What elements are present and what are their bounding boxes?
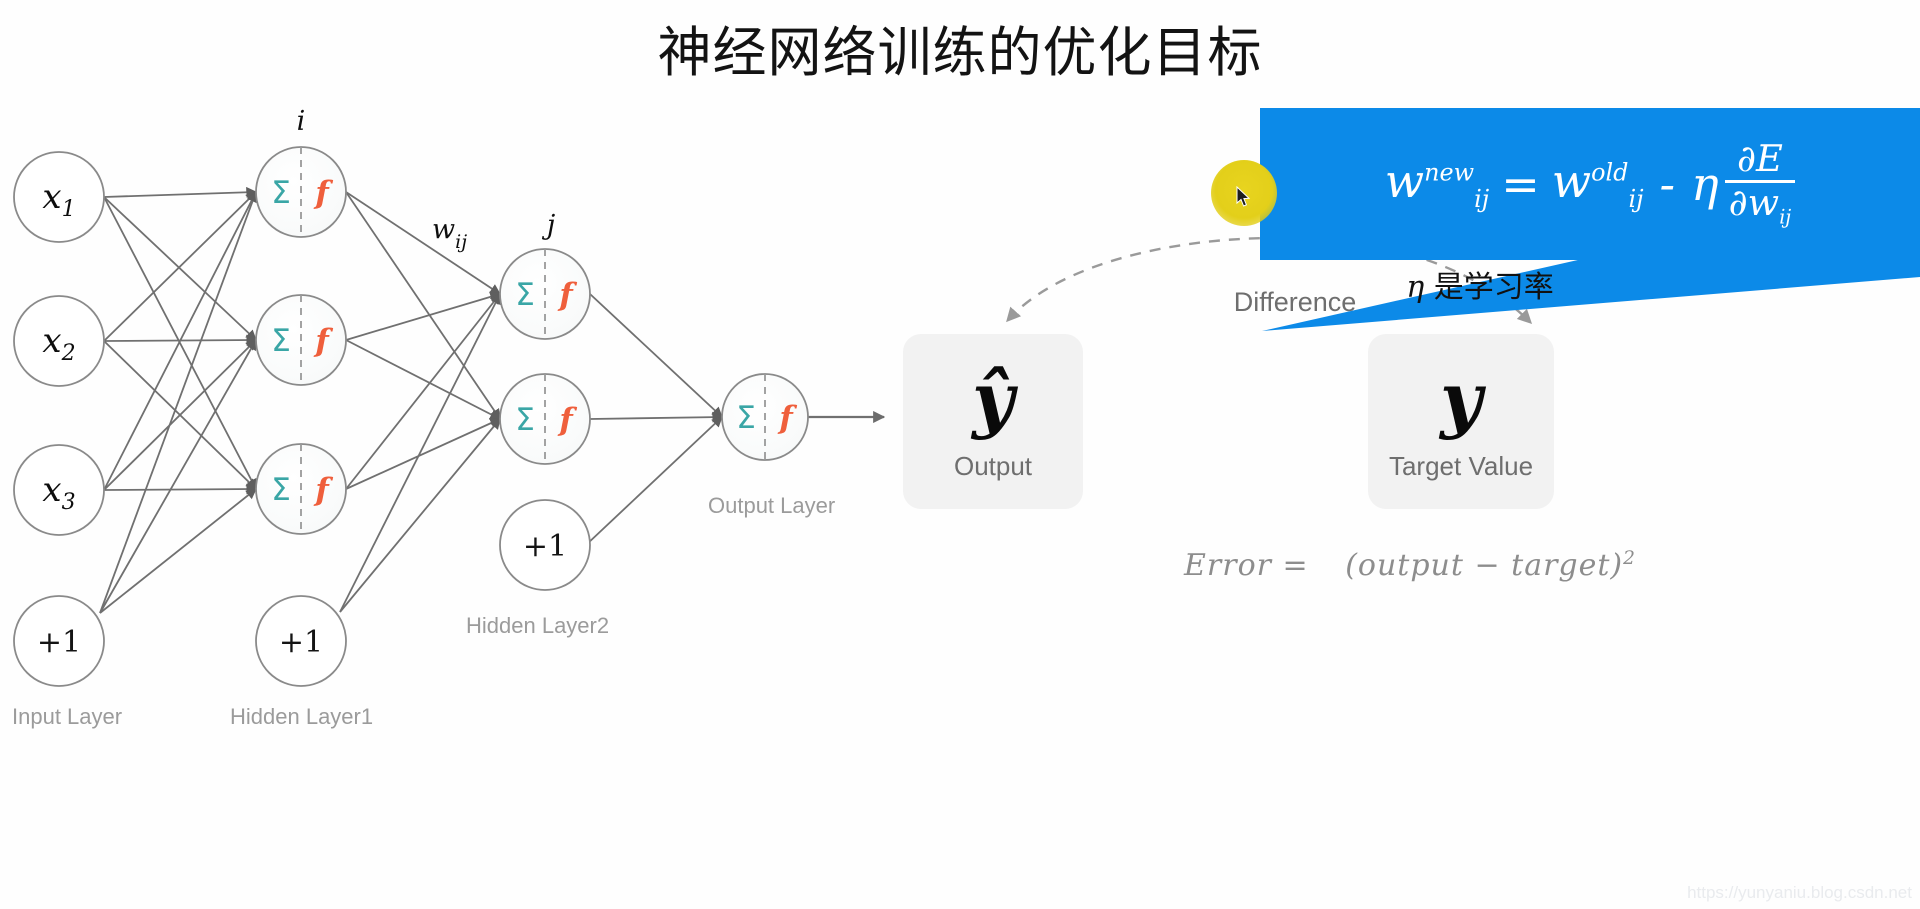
hidden2-node-bias: +1 <box>499 499 591 591</box>
error-formula-lhs: Error = <box>1184 548 1320 583</box>
input-node-bias: +1 <box>13 595 105 687</box>
input-node-x3: x3 <box>13 444 105 536</box>
edges-hidden1-to-hidden2 <box>339 191 502 613</box>
svg-text:Σ: Σ <box>271 472 291 508</box>
output-glyph: ŷ <box>972 355 1014 441</box>
formula-gradient-fraction: ∂E ∂wij <box>1724 137 1796 227</box>
svg-text:+1: +1 <box>37 625 81 660</box>
target-caption: Target Value <box>1388 451 1534 482</box>
target-glyph: y <box>1440 355 1482 441</box>
index-label-i: i <box>297 106 306 137</box>
hidden2-neuron-1: Σ f <box>499 248 591 340</box>
hidden1-node-bias: +1 <box>255 595 347 687</box>
svg-text:Σ: Σ <box>271 175 291 211</box>
caption-input-layer: Input Layer <box>12 704 123 729</box>
formula-eta: η <box>1691 157 1719 211</box>
edges-input-to-hidden1 <box>99 186 258 614</box>
formula-gradient-numerator: ∂E <box>1737 137 1783 181</box>
svg-text:Σ: Σ <box>271 323 291 359</box>
svg-text:+1: +1 <box>279 625 323 660</box>
mouse-cursor-icon <box>1236 186 1251 207</box>
caption-hidden-layer2: Hidden Layer2 <box>466 613 610 638</box>
slide-canvas: 神经网络训练的优化目标 x1 x2 x3 +1 Σ f Σ f Σ f +1 Σ… <box>0 0 1920 909</box>
formula-minus: - <box>1659 157 1676 211</box>
svg-text:+1: +1 <box>523 529 567 564</box>
svg-text:Σ: Σ <box>515 277 535 313</box>
hidden1-neuron-3: Σ f <box>255 443 347 535</box>
formula-w-old: woldij <box>1551 154 1644 214</box>
input-node-x1: x1 <box>13 151 105 243</box>
output-value-box: ŷ Output <box>903 334 1083 509</box>
formula-w-new: wnewij <box>1384 154 1490 214</box>
caption-hidden-layer1: Hidden Layer1 <box>230 704 374 729</box>
error-formula-exponent: 2 <box>1623 548 1636 569</box>
weight-label-wij: wij <box>432 214 467 253</box>
error-formula: Error = (output − target)2 <box>1040 548 1780 583</box>
caption-output-layer: Output Layer <box>708 493 836 518</box>
svg-text:Σ: Σ <box>736 400 756 436</box>
formula-callout: wnewij = woldij - η ∂E ∂wij <box>1260 108 1920 260</box>
watermark: https://yunyaniu.blog.csdn.net <box>1687 883 1912 902</box>
difference-label: Difference <box>1233 287 1357 317</box>
svg-text:Σ: Σ <box>515 402 535 438</box>
hidden1-neuron-1: Σ f <box>255 146 347 238</box>
hidden1-neuron-2: Σ f <box>255 294 347 386</box>
output-caption: Output <box>953 451 1033 482</box>
edges-hidden2-to-output <box>585 293 724 546</box>
target-value-box: y Target Value <box>1368 334 1554 509</box>
input-node-x2: x2 <box>13 295 105 387</box>
formula-gradient-denominator: ∂wij <box>1724 180 1796 227</box>
error-formula-rhs: (output − target) <box>1345 548 1624 583</box>
formula-equals: = <box>1501 157 1540 211</box>
hidden2-neuron-2: Σ f <box>499 373 591 465</box>
weight-update-formula: wnewij = woldij - η ∂E ∂wij <box>1260 108 1920 260</box>
index-label-j: j <box>542 210 555 241</box>
output-neuron: Σ f <box>721 373 809 461</box>
